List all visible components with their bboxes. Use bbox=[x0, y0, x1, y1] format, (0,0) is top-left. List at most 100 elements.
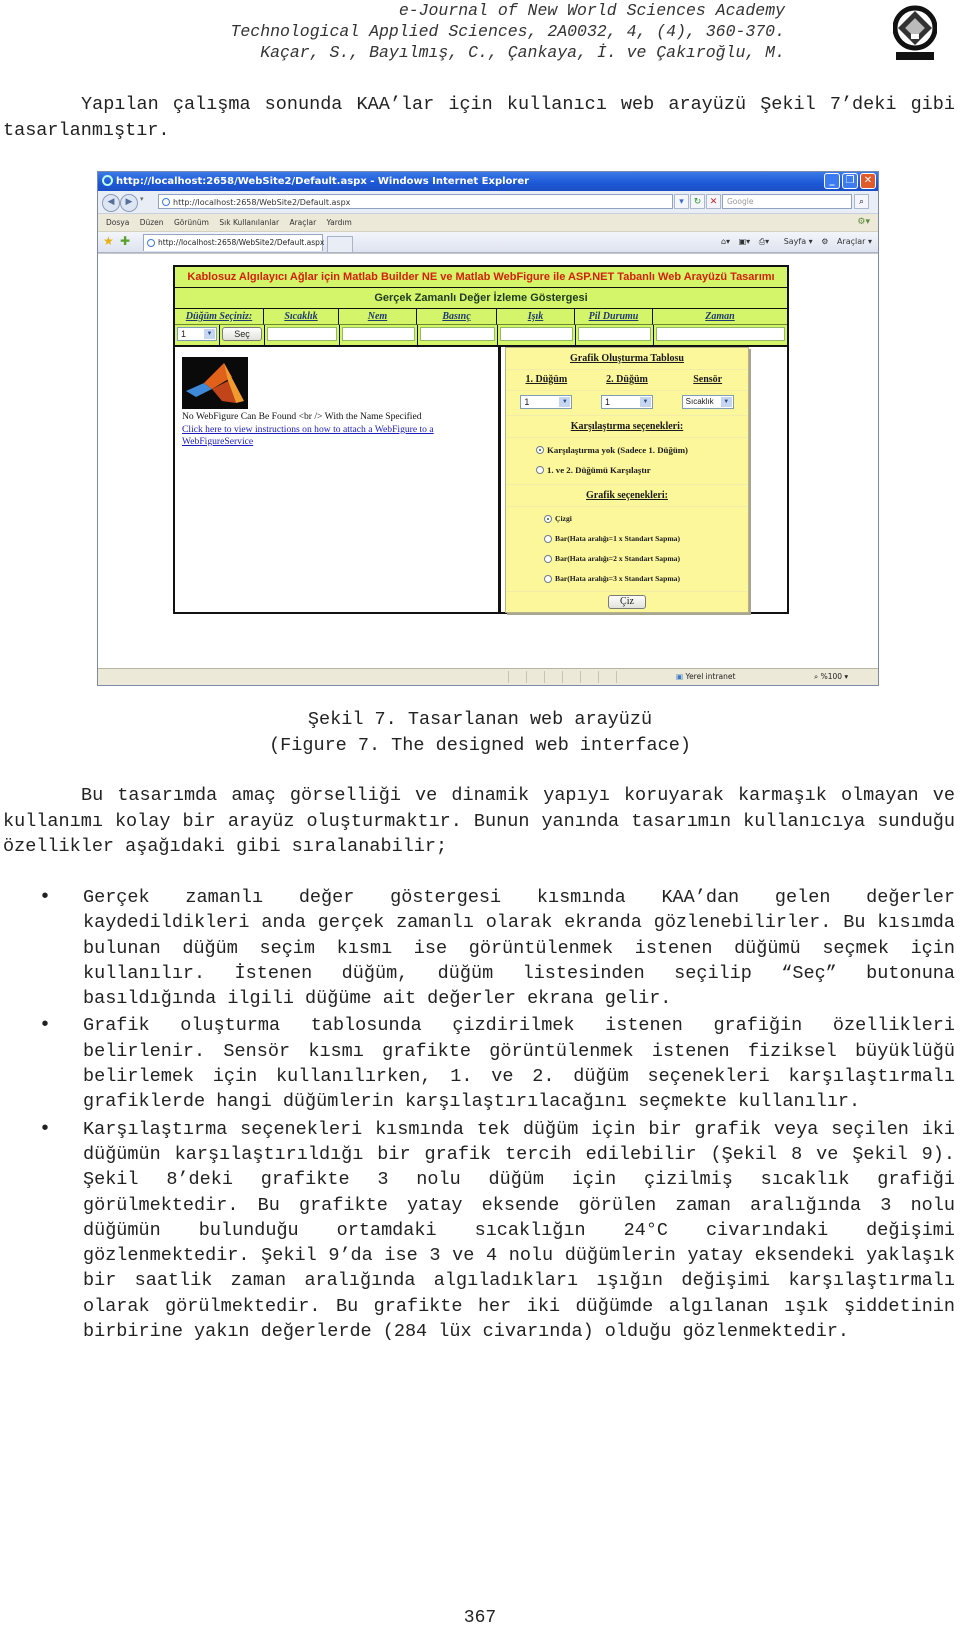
menu-gorunum[interactable]: Görünüm bbox=[174, 218, 209, 227]
menu-duzen[interactable]: Düzen bbox=[140, 218, 164, 227]
sensor-select[interactable]: Sıcaklık ▼ bbox=[681, 395, 734, 409]
matlab-logo-icon bbox=[182, 357, 248, 409]
col-pressure: Basınç bbox=[417, 309, 497, 325]
restore-icon[interactable]: ❐ bbox=[842, 173, 858, 189]
addon-icon[interactable]: ⚙▾ bbox=[857, 214, 870, 231]
menu-sik-kullanilanlar[interactable]: Sık Kullanılanlar bbox=[219, 218, 279, 227]
graph-option-bar-2sd[interactable]: Bar(Hata aralığı=2 x Standart Sapma) bbox=[544, 549, 748, 569]
app-banner-title: Kablosuz Algılayıcı Ağlar için Matlab Bu… bbox=[175, 267, 787, 288]
graph-table-title: Grafik Oluşturma Tablosu bbox=[506, 348, 748, 370]
page-number: 367 bbox=[463, 1608, 497, 1628]
article-authors: Kaçar, S., Bayılmış, C., Çankaya, İ. ve … bbox=[260, 43, 785, 62]
zoom-control[interactable]: ⌕ %100 ▾ bbox=[814, 669, 848, 684]
graph-option-label: Bar(Hata aralığı=2 x Standart Sapma) bbox=[555, 554, 680, 563]
pressure-field[interactable] bbox=[420, 327, 495, 341]
browser-titlebar: http://localhost:2658/WebSite2/Default.a… bbox=[98, 172, 878, 191]
col-humidity: Nem bbox=[339, 309, 417, 325]
realtime-values-row: 1 ▼ Seç bbox=[175, 325, 787, 345]
col-light: Işık bbox=[497, 309, 575, 325]
browser-window: http://localhost:2658/WebSite2/Default.a… bbox=[97, 171, 879, 686]
node1-value: 1 bbox=[524, 397, 530, 407]
tools-menu-label: Araçlar bbox=[836, 237, 866, 246]
body-paragraph: Bu tasarımda amaç görselliği ve dinamik … bbox=[3, 785, 955, 857]
webfigure-error-text: No WebFigure Can Be Found <br /> With th… bbox=[182, 411, 422, 422]
status-bar: ▣ Yerel intranet ⌕ %100 ▾ bbox=[98, 668, 878, 685]
history-dropdown-icon[interactable]: ▾ bbox=[140, 195, 144, 203]
add-favorites-icon[interactable]: ✚ bbox=[120, 235, 130, 248]
col-temperature: Sıcaklık bbox=[264, 309, 339, 325]
zoom-level: %100 bbox=[820, 672, 843, 681]
home-icon[interactable]: ⌂▾ bbox=[721, 237, 730, 246]
graph-selects-row: 1 ▼ 1 ▼ Sıcaklık ▼ bbox=[506, 391, 748, 416]
select-node-button[interactable]: Seç bbox=[222, 327, 262, 341]
draw-button[interactable]: Çiz bbox=[608, 595, 646, 609]
address-bar[interactable]: http://localhost:2658/WebSite2/Default.a… bbox=[158, 194, 673, 209]
webfigure-message-block: No WebFigure Can Be Found <br /> With th… bbox=[182, 411, 494, 449]
web-app: Kablosuz Algılayıcı Ağlar için Matlab Bu… bbox=[173, 265, 789, 614]
zone-label: Yerel intranet bbox=[685, 672, 736, 681]
favorites-star-icon[interactable]: ★ bbox=[103, 235, 114, 248]
humidity-field[interactable] bbox=[342, 327, 415, 341]
node1-select[interactable]: 1 ▼ bbox=[520, 395, 573, 409]
graph-options-title: Grafik seçenekleri: bbox=[506, 485, 748, 507]
compare-option-none[interactable]: Karşılaştırma yok (Sadece 1. Düğüm) bbox=[536, 440, 748, 460]
menu-yardim[interactable]: Yardım bbox=[327, 218, 352, 227]
page-icon bbox=[162, 198, 170, 206]
tools-menu[interactable]: ⚙ Araçlar ▾ bbox=[821, 237, 872, 246]
menu-dosya[interactable]: Dosya bbox=[106, 218, 129, 227]
temperature-field[interactable] bbox=[267, 327, 337, 341]
compare-options-group: Karşılaştırma yok (Sadece 1. Düğüm) 1. v… bbox=[506, 438, 748, 485]
graph-option-bar-3sd[interactable]: Bar(Hata aralığı=3 x Standart Sapma) bbox=[544, 569, 748, 589]
node2-select[interactable]: 1 ▼ bbox=[601, 395, 653, 409]
feeds-icon[interactable]: ▣▾ bbox=[739, 237, 751, 246]
menu-araclar[interactable]: Araçlar bbox=[289, 218, 316, 227]
new-tab-button[interactable] bbox=[327, 236, 353, 253]
list-item: Karşılaştırma seçenekleri kısmında tek d… bbox=[39, 1117, 955, 1345]
compare-option-both[interactable]: 1. ve 2. Düğümü Karşılaştır bbox=[536, 460, 748, 480]
radio-icon bbox=[544, 575, 552, 583]
col-node2: 2. Düğüm bbox=[606, 374, 648, 385]
print-icon[interactable]: ⎙▾ bbox=[759, 237, 769, 246]
graph-option-line[interactable]: Çizgi bbox=[544, 509, 748, 529]
compare-option-label: 1. ve 2. Düğümü Karşılaştır bbox=[547, 465, 651, 475]
page-menu-label: Sayfa bbox=[783, 237, 807, 246]
realtime-monitor-title: Gerçek Zamanlı Değer İzleme Göstergesi bbox=[175, 288, 787, 309]
col-node1: 1. Düğüm bbox=[525, 374, 568, 385]
refresh-icon[interactable]: ↻ bbox=[690, 194, 705, 209]
radio-icon bbox=[544, 535, 552, 543]
close-icon[interactable]: ✕ bbox=[860, 173, 876, 189]
minimize-icon[interactable]: _ bbox=[824, 173, 840, 189]
webfigure-panel: No WebFigure Can Be Found <br /> With th… bbox=[175, 347, 501, 612]
graph-table-columns: 1. Düğüm 2. Düğüm Sensör bbox=[506, 370, 748, 391]
graph-option-bar-1sd[interactable]: Bar(Hata aralığı=1 x Standart Sapma) bbox=[544, 529, 748, 549]
feature-list: Gerçek zamanlı değer göstergesi kısmında… bbox=[0, 885, 955, 1346]
radio-icon bbox=[536, 466, 544, 474]
search-icon[interactable]: ⌕ bbox=[854, 194, 869, 209]
ie-icon bbox=[102, 175, 113, 186]
webfigure-help-link[interactable]: Click here to view instructions on how t… bbox=[182, 424, 494, 449]
stop-icon[interactable]: ✕ bbox=[706, 194, 721, 209]
sensor-value: Sıcaklık bbox=[685, 397, 714, 406]
col-battery: Pil Durumu bbox=[575, 309, 653, 325]
forward-icon[interactable]: ▶ bbox=[120, 194, 138, 212]
chevron-down-icon: ▼ bbox=[204, 329, 215, 339]
graph-panel: Grafik Oluşturma Tablosu 1. Düğüm 2. Düğ… bbox=[501, 347, 787, 613]
address-dropdown-icon[interactable]: ▾ bbox=[674, 194, 689, 209]
node-select[interactable]: 1 ▼ bbox=[177, 327, 217, 341]
search-input[interactable]: Google bbox=[722, 194, 852, 209]
battery-field[interactable] bbox=[578, 327, 651, 341]
nwsa-logo-icon bbox=[893, 5, 937, 60]
back-icon[interactable]: ◀ bbox=[102, 194, 120, 212]
list-item: Gerçek zamanlı değer göstergesi kısmında… bbox=[39, 885, 955, 1011]
col-time: Zaman bbox=[653, 309, 787, 325]
light-field[interactable] bbox=[500, 327, 573, 341]
browser-content: Kablosuz Algılayıcı Ağlar için Matlab Bu… bbox=[98, 253, 878, 669]
list-item: Grafik oluşturma tablosunda çizdirilmek … bbox=[39, 1013, 955, 1114]
radio-icon bbox=[544, 555, 552, 563]
command-bar: ⌂▾ ▣▾ ⎙▾ Sayfa ▾ ⚙ Araçlar ▾ bbox=[715, 232, 872, 252]
node-select-value: 1 bbox=[181, 329, 187, 339]
page-menu[interactable]: Sayfa ▾ bbox=[778, 237, 813, 246]
browser-tab[interactable]: http://localhost:2658/WebSite2/Default.a… bbox=[143, 234, 324, 251]
journal-name: e-Journal of New World Sciences Academy bbox=[398, 1, 785, 20]
time-field[interactable] bbox=[656, 327, 785, 341]
